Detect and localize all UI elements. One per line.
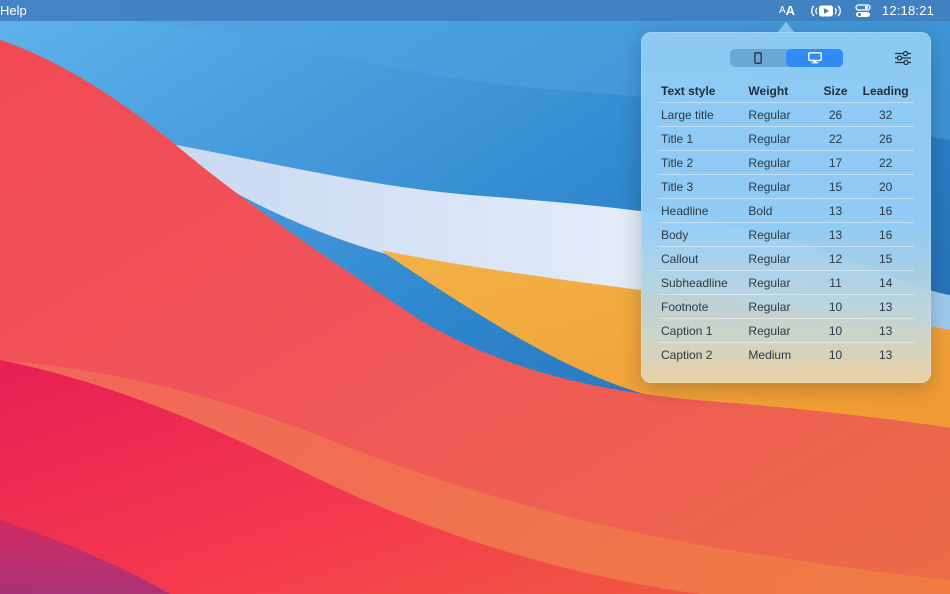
cell-leading: 22 [857,150,914,175]
cell-size: 10 [813,318,858,343]
cell-leading: 16 [857,198,914,223]
control-center-icon[interactable] [853,0,873,21]
cell-leading: 26 [857,126,914,151]
cell-leading: 32 [857,102,914,127]
table-row: Caption 2 Medium 10 13 [659,343,914,367]
menu-help[interactable]: Help [0,3,27,18]
cell-weight: Regular [748,294,814,319]
cell-size: 10 [813,294,858,319]
cell-style: Body [659,222,749,247]
cell-style: Caption 1 [659,318,749,343]
cell-weight: Regular [748,318,814,343]
table-row: Footnote Regular 10 13 [659,294,914,319]
table-row: Callout Regular 12 15 [659,246,914,271]
text-size-large-glyph: A [785,3,796,18]
cell-style: Caption 2 [661,347,713,362]
text-size-small-glyph: A [778,5,786,16]
cell-style: Callout [659,246,749,271]
cell-size: 13 [813,222,858,247]
cell-weight: Regular [748,246,814,271]
device-segmented-control [730,49,843,67]
cell-weight: Regular [748,102,814,127]
cell-style: Headline [659,198,749,223]
cell-weight: Medium [748,347,792,362]
cell-size: 13 [813,198,858,223]
table-row: Caption 1 Regular 10 13 [659,318,914,343]
cell-leading: 13 [857,294,914,319]
cell-style: Title 2 [659,150,749,175]
cell-leading: 13 [878,347,893,362]
cell-weight: Regular [748,222,814,247]
text-size-menu-button[interactable]: A A [776,0,798,21]
cell-size: 10 [828,347,843,362]
desktop-icon [807,52,822,64]
cell-weight: Regular [748,270,814,295]
column-header-leading: Leading [857,80,914,103]
table-header-row: Text style Weight Size Leading [659,80,914,103]
table-row: Title 2 Regular 17 22 [659,150,914,175]
cell-size: 17 [813,150,858,175]
airplay-video-icon[interactable] [808,0,844,21]
cell-style: Title 3 [659,174,749,199]
sliders-icon [895,51,911,65]
cell-style: Large title [659,102,749,127]
cell-style: Title 1 [659,126,749,151]
cell-leading: 15 [857,246,914,271]
table-row: Headline Bold 13 16 [659,198,914,223]
phone-segment[interactable] [730,49,786,67]
cell-size: 12 [813,246,858,271]
cell-leading: 14 [857,270,914,295]
settings-button[interactable] [894,50,912,66]
cell-size: 15 [813,174,858,199]
table-row: Title 1 Regular 22 26 [659,126,914,151]
cell-leading: 20 [857,174,914,199]
cell-style: Subheadline [659,270,749,295]
table-row: Body Regular 13 16 [659,222,914,247]
desktop: Help A A 12:18:21 Text style Weight Size… [0,0,950,594]
cell-leading: 16 [857,222,914,247]
text-styles-popover: Text style Weight Size Leading Large tit… [641,32,931,383]
desktop-segment[interactable] [786,49,843,67]
cell-style: Footnote [659,294,749,319]
column-header-size: Size [813,80,858,103]
column-header-weight: Weight [748,80,814,103]
column-header-style: Text style [659,80,749,103]
cell-weight: Regular [748,126,814,151]
cell-size: 22 [813,126,858,151]
phone-icon [754,52,762,64]
cell-weight: Bold [748,198,814,223]
cell-leading: 13 [857,318,914,343]
cell-size: 26 [813,102,858,127]
cell-size: 11 [813,270,858,295]
cell-weight: Regular [748,150,814,175]
table-row: Title 3 Regular 15 20 [659,174,914,199]
cell-weight: Regular [748,174,814,199]
text-styles-table: Text style Weight Size Leading Large tit… [659,80,914,366]
table-row: Subheadline Regular 11 14 [659,270,914,295]
table-row: Large title Regular 26 32 [659,102,914,127]
menu-bar: Help A A 12:18:21 [0,0,950,21]
menu-bar-clock[interactable]: 12:18:21 [876,0,940,21]
